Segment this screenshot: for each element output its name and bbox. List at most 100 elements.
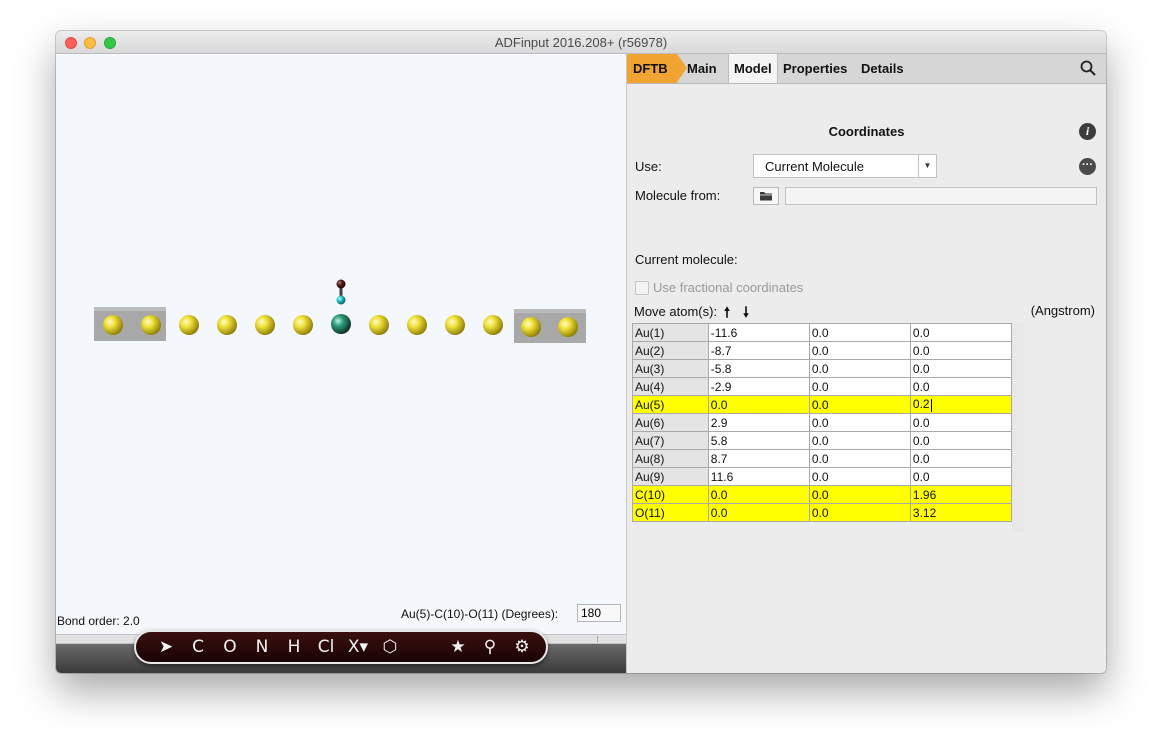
z-cell[interactable]: 1.96 [909, 485, 1013, 504]
x-cell[interactable]: -5.8 [707, 359, 810, 378]
select-tool-icon[interactable]: ➤ [150, 637, 182, 657]
fractional-coordinates-checkbox[interactable] [635, 281, 649, 295]
scrollbar-end[interactable] [597, 636, 624, 642]
atom-au-right-1[interactable] [521, 317, 541, 337]
move-atoms-label: Move atom(s): [634, 304, 718, 319]
search-icon[interactable] [1080, 60, 1096, 76]
atom-au-6[interactable] [369, 315, 389, 335]
atom-name-cell[interactable]: Au(4) [632, 377, 709, 396]
atom-au-left-1[interactable] [103, 315, 123, 335]
table-row[interactable]: Au(6) 2.9 0.0 0.0 [632, 413, 1013, 432]
table-row[interactable]: Au(9) 11.6 0.0 0.0 [632, 467, 1013, 486]
y-cell[interactable]: 0.0 [808, 503, 911, 522]
atom-au-9[interactable] [483, 315, 503, 335]
z-cell[interactable]: 0.0 [909, 431, 1013, 450]
x-cell[interactable]: 5.8 [707, 431, 810, 450]
z-cell[interactable]: 0.0 [909, 341, 1013, 360]
atom-name-cell[interactable]: Au(8) [632, 449, 709, 468]
y-cell[interactable]: 0.0 [808, 431, 911, 450]
molecule-path-field[interactable] [785, 187, 1097, 205]
y-cell[interactable]: 0.0 [808, 341, 911, 360]
table-row[interactable]: O(11) 0.0 0.0 3.12 [632, 503, 1013, 522]
z-cell[interactable]: 0.2 [909, 395, 1013, 414]
x-cell[interactable]: 0.0 [707, 395, 810, 414]
oxygen-tool[interactable]: O [214, 637, 246, 657]
atom-au-3[interactable] [255, 315, 275, 335]
y-cell[interactable]: 0.0 [808, 413, 911, 432]
atom-name-cell[interactable]: C(10) [632, 485, 709, 504]
atom-au-8[interactable] [445, 315, 465, 335]
table-row[interactable]: Au(4) -2.9 0.0 0.0 [632, 377, 1013, 396]
atom-name-cell[interactable]: Au(1) [632, 323, 709, 342]
atom-name-cell[interactable]: Au(7) [632, 431, 709, 450]
y-cell[interactable]: 0.0 [808, 323, 911, 342]
atom-c-10[interactable] [336, 295, 346, 305]
atom-name-cell[interactable]: Au(5) [632, 395, 709, 414]
y-cell[interactable]: 0.0 [808, 485, 911, 504]
x-cell[interactable]: 11.6 [707, 467, 810, 486]
table-row[interactable]: Au(8) 8.7 0.0 0.0 [632, 449, 1013, 468]
z-cell[interactable]: 0.0 [909, 467, 1013, 486]
star-icon[interactable]: ★ [442, 637, 474, 657]
tab-model[interactable]: Model [728, 54, 778, 83]
atom-name-cell[interactable]: Au(2) [632, 341, 709, 360]
table-row[interactable]: Au(3) -5.8 0.0 0.0 [632, 359, 1013, 378]
info-icon[interactable]: i [1079, 123, 1096, 140]
hydrogen-tool[interactable]: H [278, 637, 310, 657]
atom-name-cell[interactable]: Au(9) [632, 467, 709, 486]
atom-name-cell[interactable]: O(11) [632, 503, 709, 522]
tab-details[interactable]: Details [861, 54, 904, 83]
x-cell[interactable]: -8.7 [707, 341, 810, 360]
atom-au-2[interactable] [217, 315, 237, 335]
more-options-icon[interactable]: ··· [1079, 158, 1096, 175]
use-select[interactable]: Current Molecule ▼ [753, 154, 937, 178]
atom-au-left-2[interactable] [141, 315, 161, 335]
x-cell[interactable]: -2.9 [707, 377, 810, 396]
molecule-viewer[interactable]: Bond order: 2.0 Au(5)-C(10)-O(11) (Degre… [56, 54, 626, 673]
carbon-tool[interactable]: C [182, 637, 214, 657]
atom-au-5[interactable] [331, 314, 351, 334]
x-cell[interactable]: 2.9 [707, 413, 810, 432]
atom-au-1[interactable] [179, 315, 199, 335]
table-row[interactable]: Au(7) 5.8 0.0 0.0 [632, 431, 1013, 450]
element-menu-tool[interactable]: X▾ [342, 637, 374, 657]
x-cell[interactable]: 0.0 [707, 503, 810, 522]
atom-au-7[interactable] [407, 315, 427, 335]
z-cell[interactable]: 0.0 [909, 449, 1013, 468]
z-cell[interactable]: 0.0 [909, 413, 1013, 432]
atom-au-4[interactable] [293, 315, 313, 335]
tab-engine-dftb[interactable]: DFTB [627, 54, 687, 83]
nitrogen-tool[interactable]: N [246, 637, 278, 657]
atom-o-11[interactable] [336, 279, 346, 289]
open-folder-button[interactable] [753, 187, 779, 205]
z-cell[interactable]: 3.12 [909, 503, 1013, 522]
table-row[interactable]: C(10) 0.0 0.0 1.96 [632, 485, 1013, 504]
table-row[interactable]: Au(5) 0.0 0.0 0.2 [632, 395, 1013, 414]
atom-au-right-2[interactable] [558, 317, 578, 337]
y-cell[interactable]: 0.0 [808, 449, 911, 468]
atom-name-cell[interactable]: Au(3) [632, 359, 709, 378]
pin-icon[interactable]: ⚲ [474, 637, 506, 657]
ring-tool-icon[interactable]: ⬡ [374, 637, 406, 657]
angle-input[interactable] [577, 604, 621, 622]
y-cell[interactable]: 0.0 [808, 467, 911, 486]
z-cell[interactable]: 0.0 [909, 323, 1013, 342]
y-cell[interactable]: 0.0 [808, 377, 911, 396]
chevron-down-icon[interactable]: ▼ [918, 155, 936, 177]
molecule-canvas[interactable] [56, 54, 626, 609]
tab-properties[interactable]: Properties [783, 54, 847, 83]
x-cell[interactable]: 0.0 [707, 485, 810, 504]
y-cell[interactable]: 0.0 [808, 359, 911, 378]
y-cell[interactable]: 0.0 [808, 395, 911, 414]
z-cell[interactable]: 0.0 [909, 359, 1013, 378]
table-scrollbar[interactable] [1012, 323, 1024, 532]
table-row[interactable]: Au(1) -11.6 0.0 0.0 [632, 323, 1013, 342]
tab-main[interactable]: Main [687, 54, 717, 83]
table-row[interactable]: Au(2) -8.7 0.0 0.0 [632, 341, 1013, 360]
x-cell[interactable]: -11.6 [707, 323, 810, 342]
chlorine-tool[interactable]: Cl [310, 637, 342, 657]
gear-icon[interactable]: ⚙ [506, 637, 538, 657]
atom-name-cell[interactable]: Au(6) [632, 413, 709, 432]
z-cell[interactable]: 0.0 [909, 377, 1013, 396]
x-cell[interactable]: 8.7 [707, 449, 810, 468]
